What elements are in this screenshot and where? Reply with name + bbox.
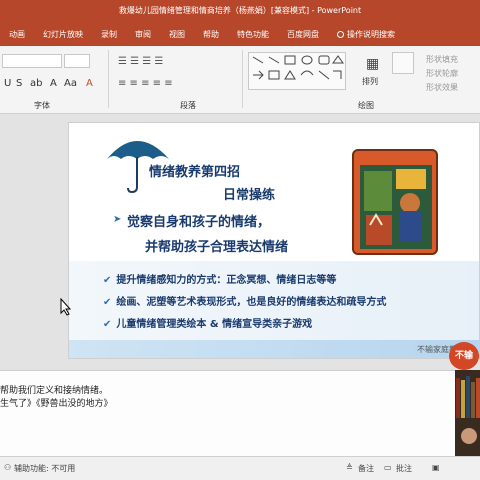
arrange-icon[interactable]: ▦ — [366, 56, 379, 72]
font-name-box[interactable] — [2, 54, 62, 68]
accessibility-icon[interactable]: ⚇ — [4, 463, 11, 472]
tell-me-search[interactable]: 操作说明搜索 — [328, 24, 404, 46]
normal-view-icon[interactable]: ▣ — [432, 463, 440, 472]
status-bar: ⚇ 辅助功能: 不可用 ≜ 备注 ▭ 批注 ▣ — [0, 456, 480, 480]
window-title: 救爆幼儿园情绪管理和情商培养（杨燕娟）[兼容模式] - PowerPoint — [0, 0, 480, 24]
slide-subtitle: 日常操练 — [223, 188, 276, 203]
divider — [242, 50, 243, 108]
arrow-bullet-icon: ➤ — [113, 214, 122, 225]
tab-animations[interactable]: 动画 — [0, 24, 34, 46]
tab-slideshow[interactable]: 幻灯片放映 — [34, 24, 92, 46]
comments-icon[interactable]: ▭ — [384, 463, 392, 472]
font-group-label: 字体 — [34, 101, 50, 110]
webcam-feed — [455, 370, 480, 456]
underline-icon[interactable]: U — [4, 78, 11, 89]
char-spacing-icon[interactable]: ab — [30, 78, 42, 89]
notes-pane[interactable]: 帮助我们定义和接纳情绪。 生气了》《野兽出没的地方》 — [0, 370, 455, 456]
quick-styles-icon[interactable] — [392, 52, 414, 74]
notes-line-1: 帮助我们定义和接纳情绪。 — [0, 386, 109, 396]
check-icon: ✔ — [103, 297, 112, 308]
tab-features[interactable]: 特色功能 — [228, 24, 278, 46]
shapes-gallery[interactable] — [248, 52, 346, 90]
text-color-icon[interactable]: A — [86, 78, 93, 89]
bullet-item-2: ✔ 绘画、泥塑等艺术表现形式，也是良好的情绪表达和疏导方式 — [103, 293, 386, 308]
comments-button[interactable]: 批注 — [396, 463, 412, 474]
tab-review[interactable]: 审阅 — [126, 24, 160, 46]
ribbon-tabs: 动画 幻灯片放映 录制 审阅 视图 帮助 特色功能 百度网盘 操作说明搜索 — [0, 24, 480, 46]
accessibility-status[interactable]: 辅助功能: 不可用 — [14, 463, 75, 474]
alignment-icon[interactable]: ≡ ≡ ≡ ≡ ≡ — [118, 78, 173, 89]
font-size-box[interactable] — [64, 54, 90, 68]
font-color-icon[interactable]: A — [50, 78, 57, 89]
paragraph-group-label: 段落 — [180, 101, 196, 110]
main-point-line2: 并帮助孩子合理表达情绪 — [145, 240, 289, 255]
picture-book-image — [352, 149, 438, 255]
bullet-text-3: 儿童情绪管理类绘本 & 情绪宣导类亲子游戏 — [116, 319, 313, 330]
bullet-text-1: 提升情绪感知力的方式：正念冥想、情绪日志等等 — [116, 275, 337, 286]
slide-canvas[interactable]: 情绪教养第四招 日常操练 ➤ 觉察自身和孩子的情绪， 并帮助孩子合理表达情绪 ✔… — [68, 122, 480, 359]
shape-outline-label[interactable]: 形状轮廓 — [426, 68, 458, 79]
powerpoint-window: 救爆幼儿园情绪管理和情商培养（杨燕娟）[兼容模式] - PowerPoint 动… — [0, 0, 480, 480]
slide-title: 情绪教养第四招 — [149, 165, 241, 180]
bullet-text-2: 绘画、泥塑等艺术表现形式，也是良好的情绪表达和疏导方式 — [116, 297, 387, 308]
notes-line-2: 生气了》《野兽出没的地方》 — [0, 399, 113, 409]
tell-me-label: 操作说明搜索 — [347, 30, 395, 39]
book-illustration — [360, 165, 432, 249]
mouse-cursor-icon — [60, 298, 72, 316]
check-icon: ✔ — [103, 319, 112, 330]
tab-record[interactable]: 录制 — [92, 24, 126, 46]
notes-icon[interactable]: ≜ — [346, 463, 353, 472]
main-point-line1: 觉察自身和孩子的情绪， — [127, 215, 271, 230]
divider — [108, 50, 109, 108]
check-icon: ✔ — [103, 275, 112, 286]
tab-view[interactable]: 视图 — [160, 24, 194, 46]
shapes-icon — [252, 55, 344, 80]
lightbulb-icon — [337, 31, 344, 38]
drawing-group-label: 绘图 — [358, 101, 374, 110]
text-highlight-icon[interactable]: Aa — [64, 78, 77, 89]
arrange-label[interactable]: 排列 — [362, 76, 378, 87]
bullet-item-1: ✔ 提升情绪感知力的方式：正念冥想、情绪日志等等 — [103, 271, 336, 286]
shape-effects-label[interactable]: 形状效果 — [426, 82, 458, 93]
notes-button[interactable]: 备注 — [358, 463, 374, 474]
shape-fill-label[interactable]: 形状填充 — [426, 54, 458, 65]
tab-help[interactable]: 帮助 — [194, 24, 228, 46]
bullet-item-3: ✔ 儿童情绪管理类绘本 & 情绪宣导类亲子游戏 — [103, 315, 312, 330]
stamp-logo: 不输 — [449, 342, 479, 370]
strikethrough-icon[interactable]: S — [16, 78, 22, 89]
ribbon: U S ab A Aa A 字体 ☰ ☰ ☰ ☰ ≡ ≡ ≡ ≡ ≡ 段落 ▦ … — [0, 46, 480, 114]
bullets-icon[interactable]: ☰ ☰ ☰ ☰ — [118, 56, 163, 67]
tab-baidu-netdisk[interactable]: 百度网盘 — [278, 24, 328, 46]
